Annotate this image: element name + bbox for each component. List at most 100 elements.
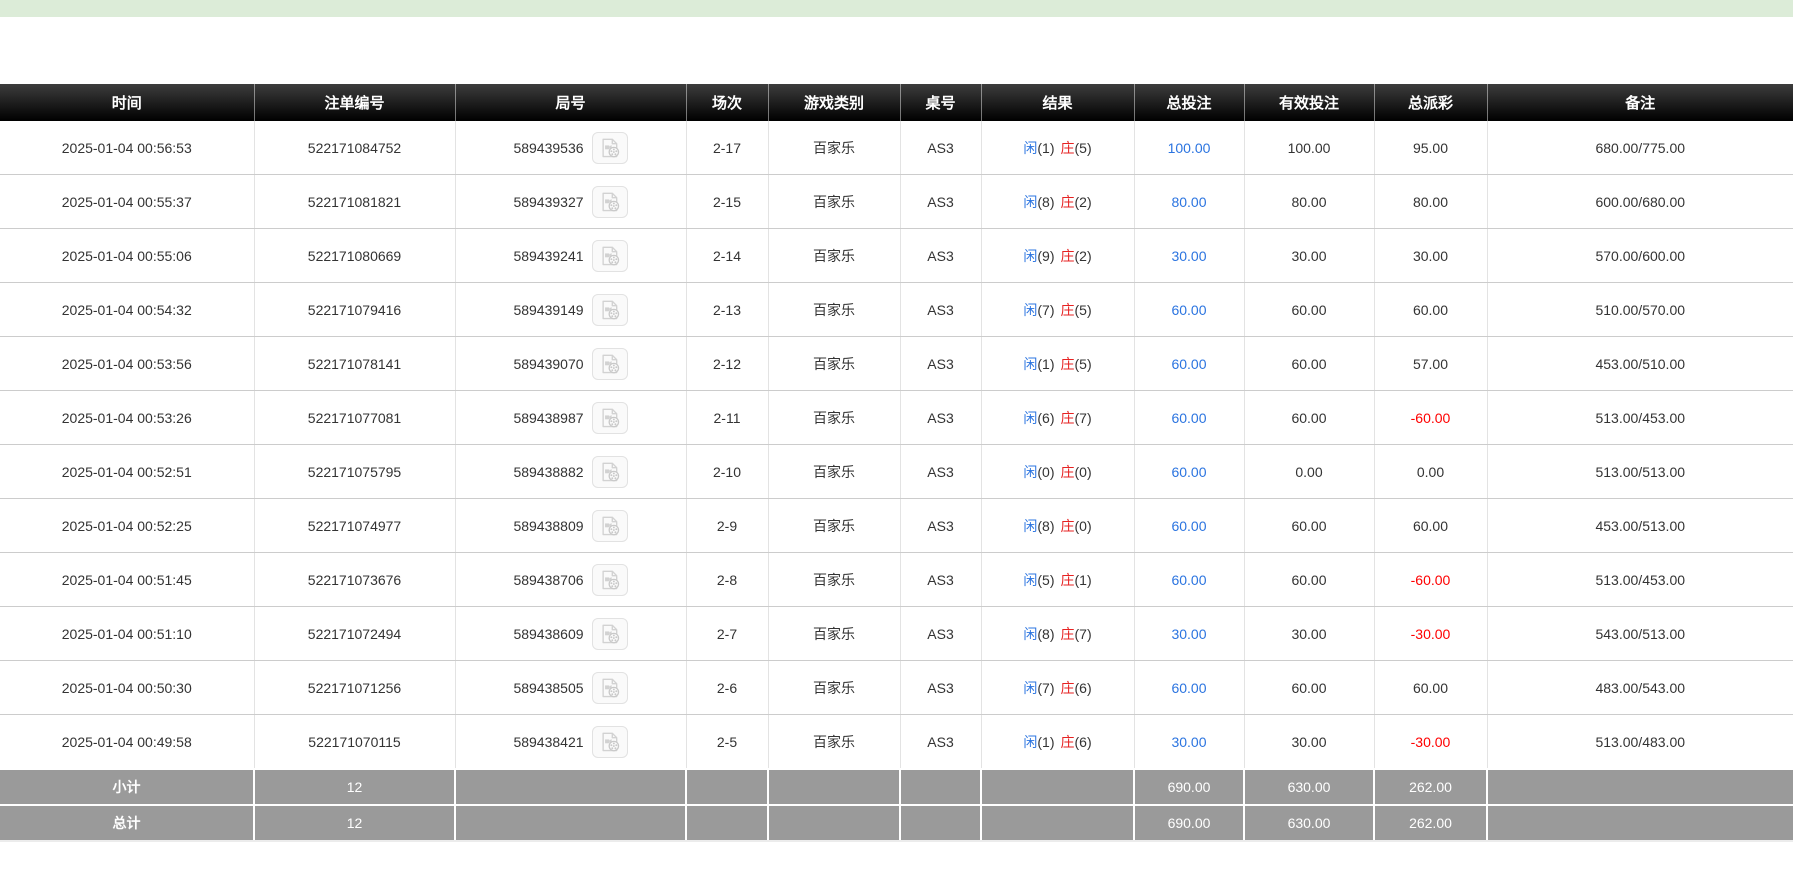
cell-remark: 513.00/483.00 [1487,715,1793,770]
cell-valid-bet: 60.00 [1244,337,1374,391]
video-replay-button[interactable] [592,510,628,542]
total-bet-link[interactable]: 100.00 [1168,140,1211,156]
subtotal-empty-cell [1487,769,1793,805]
cell-round-no: 589438706 [455,553,686,607]
cell-total-bet: 60.00 [1134,283,1244,337]
cell-time: 2025-01-04 00:53:26 [0,391,254,445]
video-replay-button[interactable] [592,618,628,650]
video-replay-button[interactable] [592,132,628,164]
table-no-value: AS3 [927,194,953,210]
video-replay-button[interactable] [592,402,628,434]
player-score: (8) [1037,194,1054,210]
cell-session: 2-7 [686,607,768,661]
round-no-value: 589438706 [513,572,583,588]
cell-valid-bet: 30.00 [1244,715,1374,770]
game-type-value: 百家乐 [813,410,855,426]
cell-session: 2-12 [686,337,768,391]
remark-value: 453.00/510.00 [1595,356,1685,372]
total-bet-link[interactable]: 60.00 [1171,410,1206,426]
video-replay-button[interactable] [592,186,628,218]
remark-value: 543.00/513.00 [1595,626,1685,642]
total-bet-link[interactable]: 60.00 [1171,680,1206,696]
total-bet-link[interactable]: 30.00 [1171,248,1206,264]
total-empty-cell [900,805,981,841]
cell-total-bet: 60.00 [1134,553,1244,607]
session-value: 2-7 [717,626,737,642]
total-bet-link[interactable]: 60.00 [1171,572,1206,588]
cell-table-no: AS3 [900,715,981,770]
cell-time: 2025-01-04 00:51:10 [0,607,254,661]
cell-result: 闲(1)庄(5) [981,337,1134,391]
total-bet-link[interactable]: 60.00 [1171,518,1206,534]
player-score: (8) [1037,626,1054,642]
column-header-result: 结果 [981,84,1134,121]
payout-value: 80.00 [1413,194,1448,210]
column-header-table-no: 桌号 [900,84,981,121]
time-value: 2025-01-04 00:51:45 [62,572,192,588]
player-label: 闲 [1023,518,1037,534]
table-no-value: AS3 [927,248,953,264]
round-no-value: 589439327 [513,194,583,210]
cell-round-no: 589439149 [455,283,686,337]
video-replay-button[interactable] [592,726,628,758]
cell-session: 2-6 [686,661,768,715]
result-banker: 庄(0) [1061,518,1092,534]
video-replay-button[interactable] [592,294,628,326]
cell-payout: -30.00 [1374,715,1487,770]
valid-bet-value: 0.00 [1295,464,1322,480]
valid-bet-value: 80.00 [1291,194,1326,210]
cell-result: 闲(8)庄(7) [981,607,1134,661]
video-replay-button[interactable] [592,672,628,704]
result-banker: 庄(1) [1061,572,1092,588]
bet-no-value: 522171071256 [308,680,401,696]
cell-round-no: 589438809 [455,499,686,553]
result-banker: 庄(7) [1061,410,1092,426]
total-bet-link[interactable]: 80.00 [1171,194,1206,210]
video-replay-button[interactable] [592,348,628,380]
cell-table-no: AS3 [900,661,981,715]
time-value: 2025-01-04 00:55:06 [62,248,192,264]
video-file-icon [599,245,621,267]
valid-bet-value: 60.00 [1291,518,1326,534]
player-score: (6) [1037,410,1054,426]
cell-valid-bet: 60.00 [1244,283,1374,337]
video-replay-button[interactable] [592,456,628,488]
cell-bet-no: 522171071256 [254,661,455,715]
cell-table-no: AS3 [900,121,981,175]
session-value: 2-5 [717,734,737,750]
cell-payout: 60.00 [1374,661,1487,715]
cell-remark: 510.00/570.00 [1487,283,1793,337]
cell-table-no: AS3 [900,499,981,553]
cell-valid-bet: 0.00 [1244,445,1374,499]
total-payout: 262.00 [1374,805,1487,841]
video-replay-button[interactable] [592,564,628,596]
total-bet-link[interactable]: 30.00 [1171,734,1206,750]
video-file-icon [599,191,621,213]
banker-score: (7) [1075,410,1092,426]
total-bet-link[interactable]: 30.00 [1171,626,1206,642]
cell-table-no: AS3 [900,391,981,445]
cell-remark: 543.00/513.00 [1487,607,1793,661]
cell-bet-no: 522171078141 [254,337,455,391]
cell-result: 闲(1)庄(6) [981,715,1134,770]
cell-table-no: AS3 [900,553,981,607]
cell-result: 闲(5)庄(1) [981,553,1134,607]
session-value: 2-17 [713,140,741,156]
cell-time: 2025-01-04 00:55:37 [0,175,254,229]
table-no-value: AS3 [927,410,953,426]
cell-bet-no: 522171080669 [254,229,455,283]
total-bet-link[interactable]: 60.00 [1171,464,1206,480]
cell-time: 2025-01-04 00:52:51 [0,445,254,499]
total-bet-link[interactable]: 60.00 [1171,356,1206,372]
banker-label: 庄 [1061,410,1075,426]
subtotal-empty-cell [981,769,1134,805]
total-bet-link[interactable]: 60.00 [1171,302,1206,318]
result-player: 闲(8) [1023,518,1054,534]
result-player: 闲(7) [1023,680,1054,696]
column-header-total-bet: 总投注 [1134,84,1244,121]
table-no-value: AS3 [927,356,953,372]
cell-round-no: 589439241 [455,229,686,283]
video-replay-button[interactable] [592,240,628,272]
page: 时间 注单编号 局号 场次 游戏类别 桌号 结果 总投注 有效投注 总派彩 备注… [0,0,1793,874]
total-empty-cell [455,805,686,841]
